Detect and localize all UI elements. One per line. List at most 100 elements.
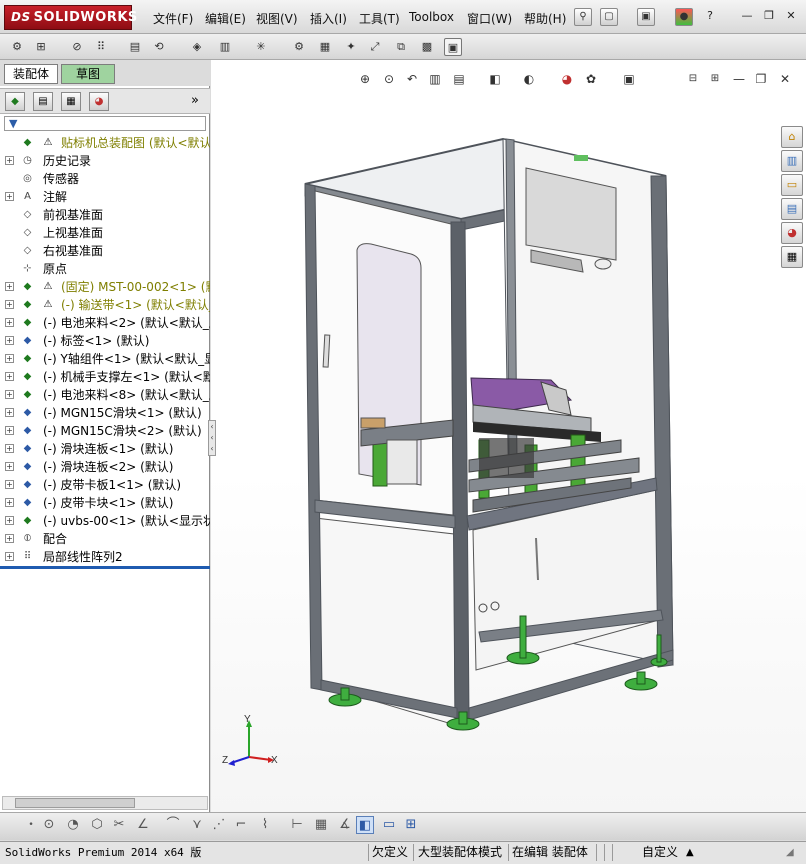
edit-component-icon[interactable]: ⚙ [8,38,26,56]
menu-window[interactable]: 窗口(W) [467,10,512,27]
expand-toggle[interactable]: + [5,354,14,363]
tree-row[interactable]: + ◆ (-) 滑块连板<1> (默认) [0,440,210,458]
tree-row[interactable]: + A 注解 [0,188,210,206]
fillet-icon[interactable]: ⌒ [164,816,182,834]
corner-rectangle-icon[interactable]: ⌐ [232,816,250,834]
expand-toggle[interactable]: + [5,462,14,471]
tree-row[interactable]: ◇ 右视基准面 [0,242,210,260]
expand-toggle[interactable]: + [5,498,14,507]
feature-manager-icon[interactable]: ◆ [5,92,25,111]
polygon-icon[interactable]: ⬡ [88,816,106,834]
help-icon[interactable]: ? [703,10,717,23]
menu-view[interactable]: 视图(V) [256,10,298,27]
restore-button[interactable]: ❐ [762,10,776,23]
grid-icon[interactable]: ▦ [312,816,330,834]
display-manager-icon[interactable]: ◕ [89,92,109,111]
tree-filter-input[interactable]: ▼ [4,116,206,131]
spline-icon[interactable]: ⌇ [256,816,274,834]
expand-toggle[interactable]: + [5,408,14,417]
circle-icon[interactable]: ⊙ [40,816,58,834]
expand-toggle[interactable]: + [5,318,14,327]
expand-toggle[interactable]: + [5,336,14,345]
linear-pattern-icon[interactable]: ⠿ [92,38,110,56]
explode-line-sketch-icon[interactable]: ⤢ [366,38,384,56]
angle-dimension-icon[interactable]: ∡ [336,816,354,834]
configuration-manager-icon[interactable]: ▦ [61,92,81,111]
move-component-icon[interactable]: ⟲ [150,38,168,56]
expand-panel-icon[interactable]: » [191,93,199,108]
tree-row[interactable]: ◇ 上视基准面 [0,224,210,242]
smart-fasteners-icon[interactable]: ▤ [126,38,144,56]
tree-row[interactable]: + ◆ (-) MGN15C滑块<2> (默认) [0,422,210,440]
trim-icon[interactable]: ✂ [110,816,128,834]
tree-row[interactable]: + ◆ (-) MGN15C滑块<1> (默认) [0,404,210,422]
expand-toggle[interactable]: + [5,534,14,543]
point-icon[interactable]: • [22,816,40,834]
tree-row[interactable]: + ⦶ 配合 [0,530,210,548]
expand-toggle[interactable]: + [5,372,14,381]
tree-row[interactable]: + ◆ (-) Y轴组件<1> (默认<默认_显 [0,350,210,368]
new-motion-study-icon[interactable]: ⚙ [290,38,308,56]
tile-view-icon[interactable]: ▭ [380,816,398,834]
four-view-icon[interactable]: ⊞ [402,816,420,834]
chamfer-icon[interactable]: ⋎ [188,816,206,834]
tree-row[interactable]: + ◆ (-) 电池来料<8> (默认<默认_显 [0,386,210,404]
tree-row[interactable]: + ◷ 历史记录 [0,152,210,170]
expand-toggle[interactable]: + [5,426,14,435]
tree-row[interactable]: ⊹ 原点 [0,260,210,278]
tree-row[interactable]: + ⠿ 局部线性阵列2 [0,548,210,566]
menu-file[interactable]: 文件(F) [153,10,193,27]
tree-row[interactable]: + ◆ (-) uvbs-00<1> (默认<显示状 [0,512,210,530]
solidworks-logo[interactable]: DS SOLIDWORKS [4,5,137,30]
tree-row[interactable]: ◆ ⚠ 贴标机总装配图 (默认<默认_显 [0,134,210,152]
tree-row[interactable]: + ◆ ⚠ (固定) MST-00-002<1> (默认 [0,278,210,296]
exploded-view-icon[interactable]: ✦ [342,38,360,56]
tab-assembly[interactable]: 装配体 [4,64,59,84]
close-button[interactable]: ✕ [784,10,798,23]
show-hidden-icon[interactable]: ◈ [188,38,206,56]
insert-component-icon[interactable]: ⊞ [32,38,50,56]
tab-sketch[interactable]: 草图 [61,64,115,84]
smart-dimension-icon[interactable]: ⊢ [288,816,306,834]
tree-row[interactable]: + ◆ (-) 标签<1> (默认) [0,332,210,350]
tree-row[interactable]: + ◆ (-) 皮带卡块<1> (默认) [0,494,210,512]
expand-toggle[interactable]: + [5,300,14,309]
menu-help[interactable]: 帮助(H) [524,10,566,27]
scrollbar-thumb[interactable] [15,798,135,808]
units-dropdown-icon[interactable]: ▲ [686,844,694,861]
menu-tools[interactable]: 工具(T) [359,10,400,27]
new-document-icon[interactable]: ▢ [600,8,618,26]
interference-detection-icon[interactable]: ⧉ [392,38,410,56]
reference-geometry-icon[interactable]: ✳ [252,38,270,56]
mate-icon[interactable]: ⊘ [68,38,86,56]
menu-toolbox[interactable]: Toolbox [409,10,454,24]
clearance-verification-icon[interactable]: ▩ [418,38,436,56]
3d-view-icon[interactable]: ◧ [356,816,374,834]
instant3d-icon[interactable]: ▣ [444,38,462,56]
bill-of-materials-icon[interactable]: ▦ [316,38,334,56]
pin-icon[interactable]: ⚲ [574,8,592,26]
centerpoint-arc-icon[interactable]: ◔ [64,816,82,834]
property-manager-icon[interactable]: ▤ [33,92,53,111]
expand-toggle[interactable]: + [5,480,14,489]
tree-row[interactable]: + ◆ (-) 机械手支撑左<1> (默认<默 [0,368,210,386]
tree-row[interactable]: ◇ 前视基准面 [0,206,210,224]
assembly-features-icon[interactable]: ▥ [216,38,234,56]
expand-toggle[interactable]: + [5,552,14,561]
expand-toggle[interactable]: + [5,390,14,399]
tree-row[interactable]: ◎ 传感器 [0,170,210,188]
expand-toggle[interactable]: + [5,156,14,165]
minimize-button[interactable]: — [740,10,754,23]
panel-divider[interactable] [0,566,210,569]
expand-toggle[interactable]: + [5,516,14,525]
resize-grip-icon[interactable]: ◢ [786,844,794,861]
menu-edit[interactable]: 编辑(E) [205,10,246,27]
expand-toggle[interactable]: + [5,444,14,453]
extend-icon[interactable]: ∠ [134,816,152,834]
status-units[interactable]: 自定义 [642,844,678,861]
menu-insert[interactable]: 插入(I) [310,10,347,27]
offset-icon[interactable]: ⋰ [210,816,228,834]
model-view[interactable]: Y X Z [211,60,806,812]
open-folder-icon[interactable]: ▣ [637,8,655,26]
tree-row[interactable]: + ◆ (-) 滑块连板<2> (默认) [0,458,210,476]
